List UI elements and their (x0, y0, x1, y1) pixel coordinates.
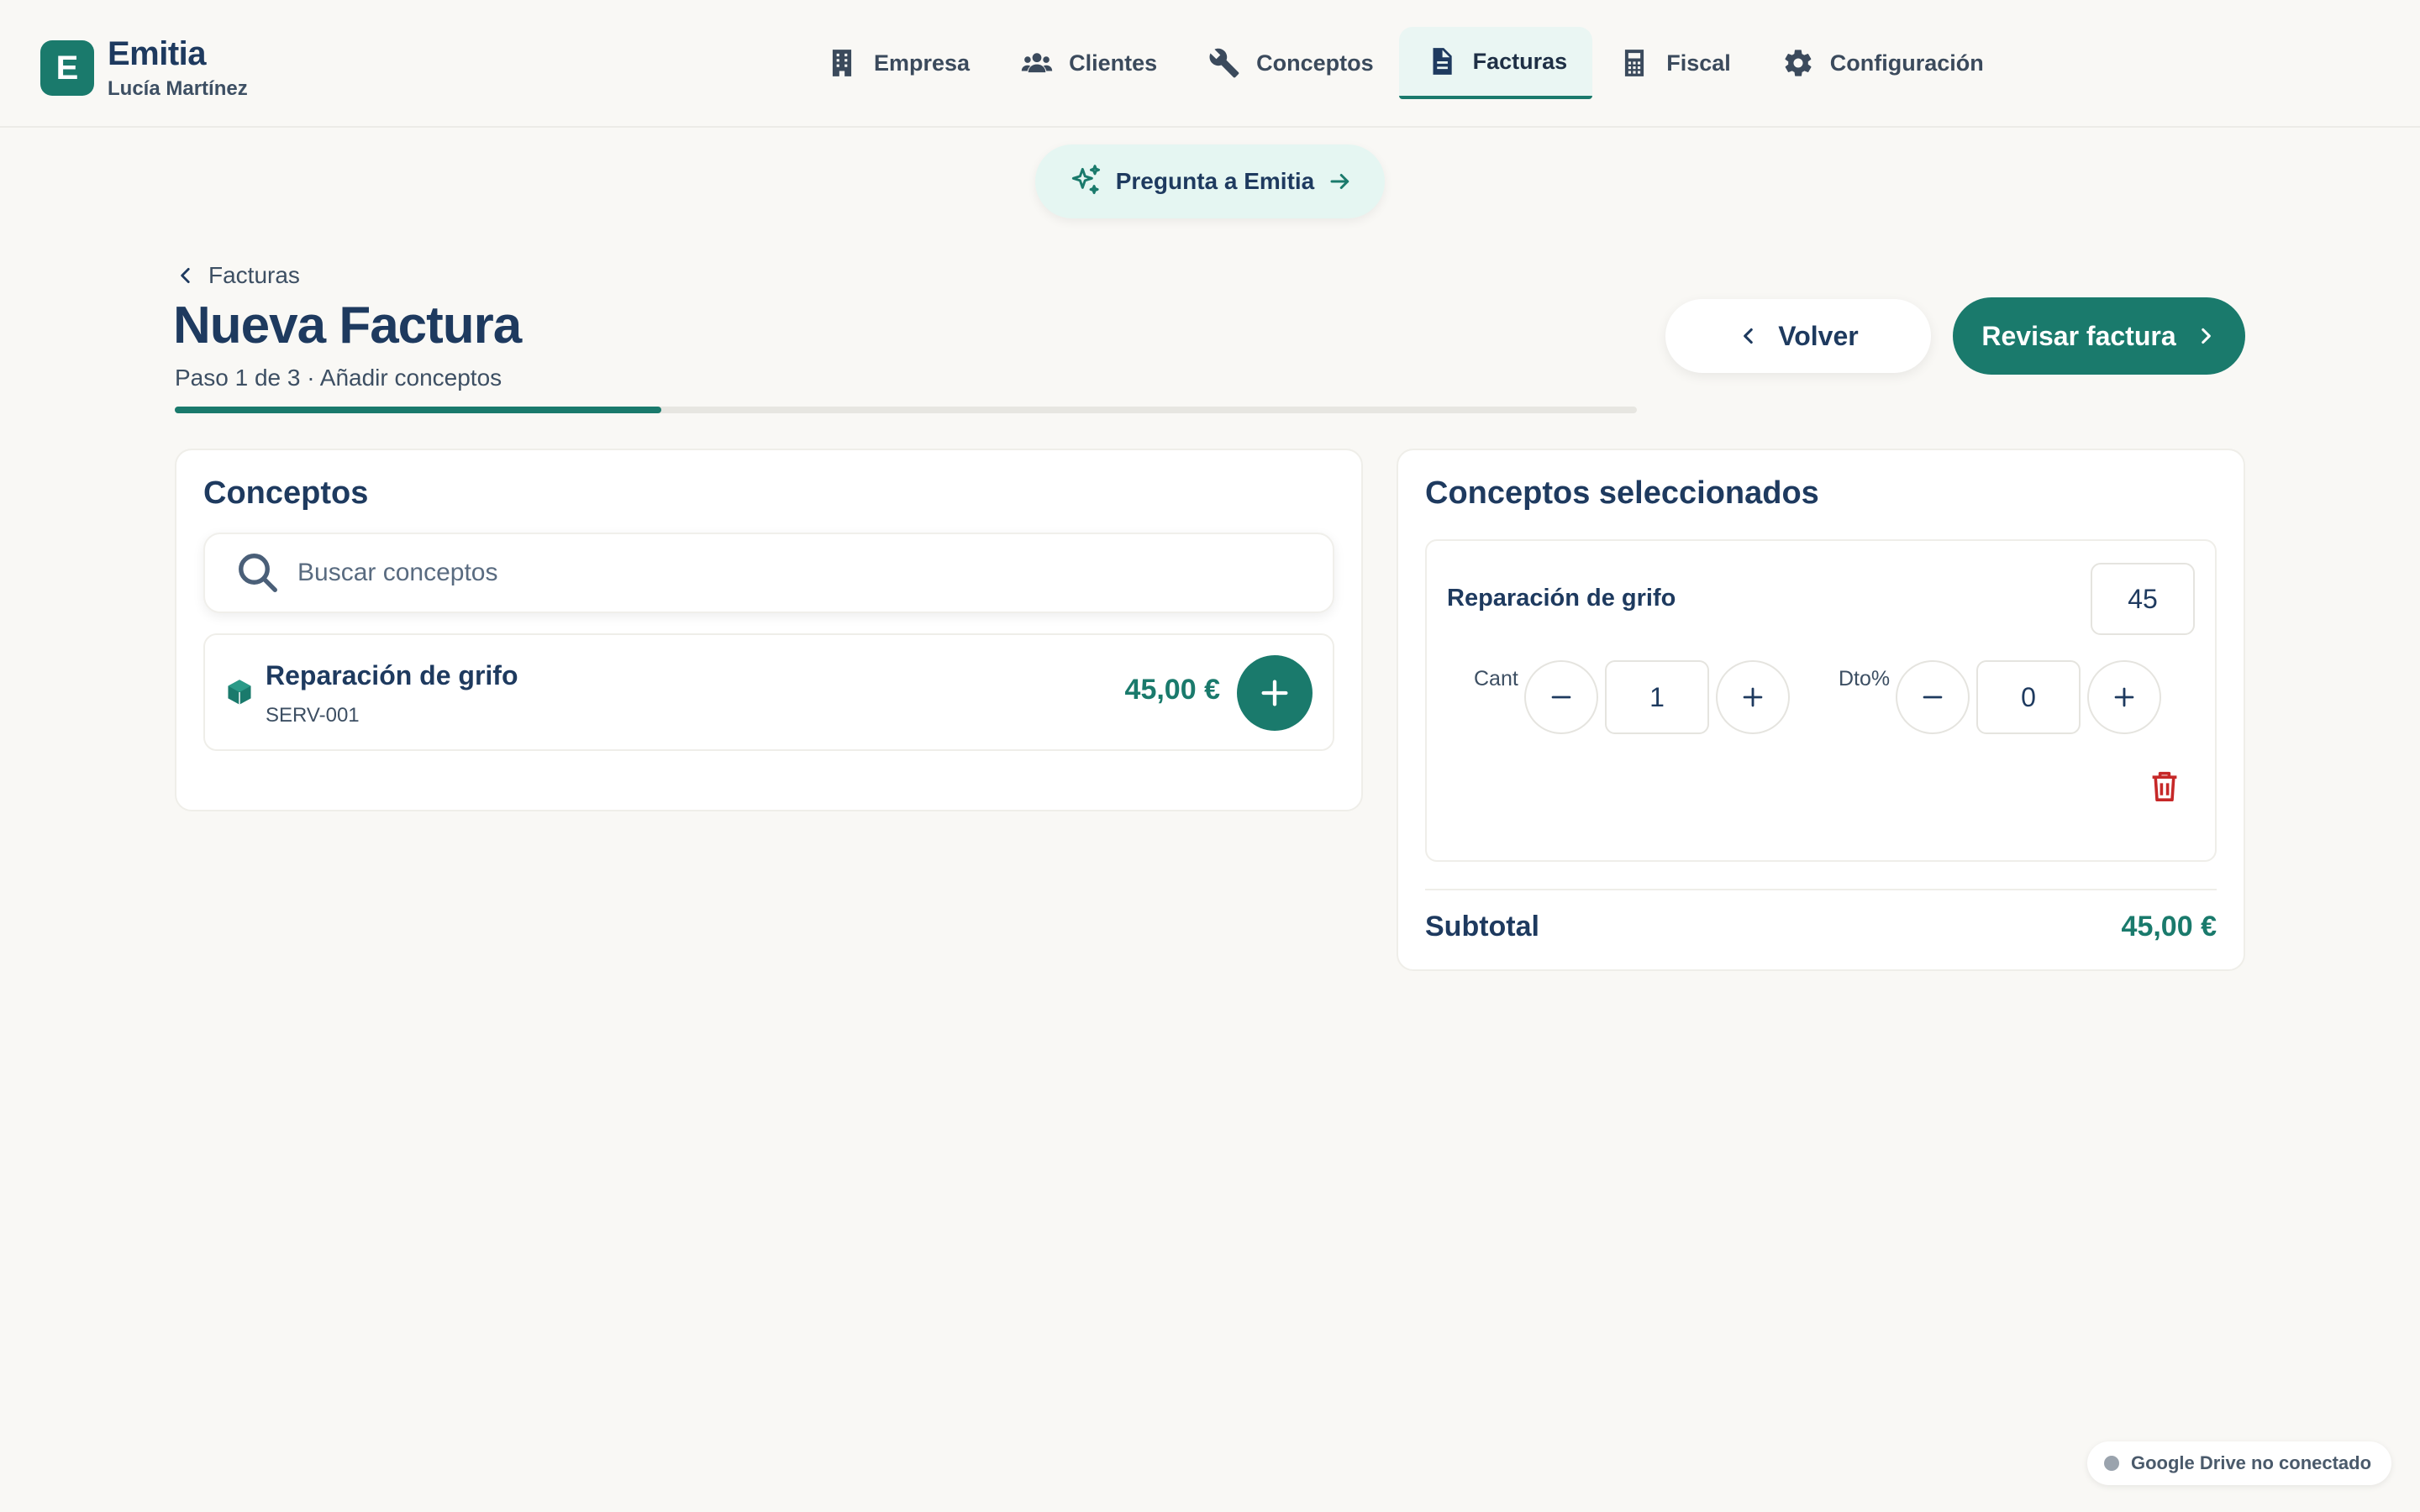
add-concept-button[interactable] (1237, 655, 1313, 731)
search-input[interactable]: Buscar conceptos (203, 533, 1334, 613)
user-name: Lucía Martínez (108, 77, 248, 100)
concept-name: Reparación de grifo (266, 660, 518, 690)
review-invoice-button[interactable]: Revisar factura (1953, 297, 2245, 375)
quantity-decrement-button[interactable] (1524, 660, 1598, 734)
status-dot-icon (2104, 1456, 2119, 1471)
nav-item-conceptos[interactable]: Conceptos (1182, 27, 1399, 99)
concepts-title: Conceptos (203, 475, 369, 511)
page-subtitle: Paso 1 de 3 · Añadir conceptos (175, 365, 502, 391)
trash-icon[interactable] (2149, 769, 2180, 803)
drive-status-badge[interactable]: Google Drive no conectado (2087, 1441, 2391, 1485)
top-header: E Emitia Lucía Martínez Empresa Clientes… (0, 0, 2420, 128)
subtotal-label: Subtotal (1425, 911, 1539, 942)
breadcrumb[interactable]: Facturas (175, 262, 300, 289)
search-placeholder: Buscar conceptos (297, 559, 498, 586)
chevron-left-icon (181, 268, 190, 283)
selected-item-name: Reparación de grifo (1447, 585, 1676, 612)
nav-item-configuracion[interactable]: Configuración (1756, 27, 2009, 99)
back-label: Volver (1778, 320, 1859, 351)
minus-icon (1551, 696, 1571, 699)
quantity-increment-button[interactable] (1716, 660, 1790, 734)
main-nav: Empresa Clientes Conceptos Facturas Fisc… (800, 25, 2009, 101)
page-title: Nueva Factura (173, 297, 522, 354)
nav-label: Configuración (1829, 50, 1984, 76)
discount-increment-button[interactable] (2087, 660, 2161, 734)
concept-list-item[interactable]: Reparación de grifo SERV-001 45,00 € (203, 633, 1334, 751)
drive-status-text: Google Drive no conectado (2131, 1452, 2372, 1473)
chevron-left-icon (1744, 328, 1754, 344)
concepts-card: Conceptos Buscar conceptos Reparación de… (175, 449, 1363, 811)
quantity-label: Cant (1474, 667, 1518, 690)
chevron-right-icon (2201, 328, 2211, 344)
price-input[interactable]: 45 (2091, 563, 2195, 635)
sparkles-icon (1071, 165, 1100, 195)
back-button[interactable]: Volver (1665, 299, 1931, 373)
nav-item-clientes[interactable]: Clientes (995, 27, 1182, 99)
arrow-right-icon (1330, 174, 1349, 189)
discount-label: Dto% (1839, 667, 1891, 690)
gear-icon (1781, 46, 1815, 80)
nav-item-facturas[interactable]: Facturas (1398, 27, 1593, 99)
search-icon (239, 554, 277, 592)
breadcrumb-label: Facturas (208, 262, 300, 288)
discount-input[interactable]: 0 (1976, 660, 2081, 734)
users-icon (1020, 46, 1054, 80)
concept-code: SERV-001 (266, 704, 360, 727)
selected-title: Conceptos seleccionados (1425, 475, 1819, 511)
divider (1425, 889, 2217, 890)
document-icon (1424, 45, 1458, 78)
plus-icon (2114, 687, 2134, 707)
wrench-icon (1207, 46, 1241, 80)
selected-concepts-card: Conceptos seleccionados Reparación de gr… (1397, 449, 2245, 971)
nav-label: Conceptos (1256, 50, 1374, 76)
nav-label: Empresa (874, 50, 971, 76)
step-progress-bar (175, 407, 1637, 413)
step-progress-fill (175, 407, 662, 413)
box-icon (228, 680, 251, 705)
plus-icon (1261, 680, 1288, 706)
building-icon (825, 46, 859, 80)
nav-label: Clientes (1069, 50, 1158, 76)
plus-icon (1743, 687, 1763, 707)
ask-emitia-button[interactable]: Pregunta a Emitia (1035, 144, 1385, 218)
quantity-input[interactable]: 1 (1605, 660, 1709, 734)
nav-label: Fiscal (1666, 50, 1731, 76)
brand-name: Emitia (108, 35, 207, 72)
discount-decrement-button[interactable] (1896, 660, 1970, 734)
nav-item-empresa[interactable]: Empresa (800, 27, 995, 99)
selected-item: Reparación de grifo 45 Cant 1 Dto% 0 (1425, 539, 2217, 862)
brand-logo: E (40, 40, 94, 96)
nav-item-fiscal[interactable]: Fiscal (1592, 27, 1756, 99)
minus-icon (1923, 696, 1943, 699)
review-label: Revisar factura (1981, 320, 2176, 351)
subtotal-value: 45,00 € (2121, 911, 2217, 942)
nav-label: Facturas (1472, 48, 1568, 74)
brand[interactable]: E Emitia Lucía Martínez (40, 35, 248, 101)
ask-label: Pregunta a Emitia (1115, 168, 1315, 194)
concept-price: 45,00 € (1124, 674, 1220, 706)
calculator-icon (1618, 46, 1651, 80)
